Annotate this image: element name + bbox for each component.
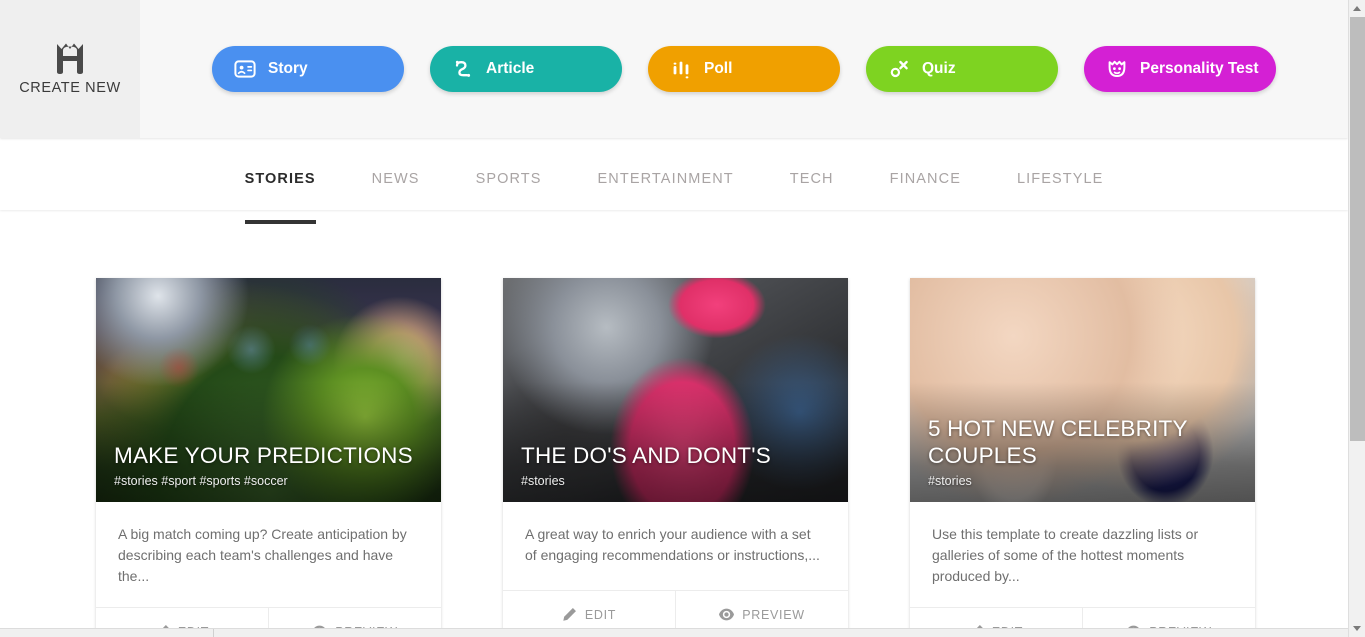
tab-entertainment[interactable]: ENTERTAINMENT <box>570 170 762 188</box>
card-description: A great way to enrich your audience with… <box>525 526 820 563</box>
preview-label: PREVIEW <box>742 607 805 622</box>
page-bottom-strip <box>0 628 1348 637</box>
edit-label: EDIT <box>584 607 617 622</box>
scroll-up-button[interactable] <box>1349 0 1365 17</box>
template-card[interactable]: THE DO'S AND DONT'S #stories A great way… <box>503 278 848 628</box>
card-tags: #stories #sport #sports #soccer <box>114 474 288 488</box>
create-poll-button[interactable]: Poll <box>648 46 840 92</box>
edit-button[interactable]: EDIT <box>910 608 1082 628</box>
content-type-button-row: Story Article Poll Quiz Personality Test <box>140 0 1348 138</box>
create-personality-test-button[interactable]: Personality Test <box>1084 46 1276 92</box>
tab-tech[interactable]: TECH <box>762 170 862 188</box>
tab-finance[interactable]: FINANCE <box>862 170 989 188</box>
crown-icon <box>53 42 87 74</box>
scrollbar-thumb[interactable] <box>1350 17 1365 441</box>
card-actions: EDIT PREVIEW <box>96 607 441 628</box>
eye-icon <box>719 607 735 622</box>
chevron-down-icon <box>1353 626 1361 631</box>
edit-button[interactable]: EDIT <box>503 591 675 628</box>
create-quiz-label: Quiz <box>922 60 956 77</box>
create-article-button[interactable]: Article <box>430 46 622 92</box>
card-hero-image: MAKE YOUR PREDICTIONS #stories #sport #s… <box>96 278 441 502</box>
category-tabs: STORIES NEWS SPORTS ENTERTAINMENT TECH F… <box>217 138 1132 224</box>
tab-news[interactable]: NEWS <box>344 170 448 188</box>
create-story-button[interactable]: Story <box>212 46 404 92</box>
pencil-icon <box>562 607 577 622</box>
tab-sports[interactable]: SPORTS <box>448 170 570 188</box>
card-actions: EDIT PREVIEW <box>503 590 848 628</box>
category-tab-bar: STORIES NEWS SPORTS ENTERTAINMENT TECH F… <box>0 138 1348 224</box>
quiz-icon <box>888 58 910 80</box>
card-hero-image: THE DO'S AND DONT'S #stories <box>503 278 848 502</box>
bottom-strip-tick <box>213 629 214 637</box>
card-body: A big match coming up? Create anticipati… <box>96 502 441 607</box>
card-title: THE DO'S AND DONT'S <box>521 443 771 468</box>
cat-face-icon <box>1106 58 1128 80</box>
create-quiz-button[interactable]: Quiz <box>866 46 1058 92</box>
preview-button[interactable]: PREVIEW <box>675 591 848 628</box>
card-title: 5 HOT NEW CELEBRITY COUPLES <box>928 416 1188 468</box>
card-tags: #stories <box>928 474 972 488</box>
create-personality-test-label: Personality Test <box>1140 60 1259 77</box>
id-card-icon <box>234 58 256 80</box>
chevron-up-icon <box>1353 6 1361 11</box>
vertical-scrollbar[interactable] <box>1348 0 1365 637</box>
template-content-area: MAKE YOUR PREDICTIONS #stories #sport #s… <box>0 210 1348 628</box>
card-body: A great way to enrich your audience with… <box>503 502 848 590</box>
card-description: A big match coming up? Create anticipati… <box>118 526 407 584</box>
bar-chart-icon <box>670 58 692 80</box>
card-description: Use this template to create dazzling lis… <box>932 526 1199 584</box>
template-card[interactable]: 5 HOT NEW CELEBRITY COUPLES #stories Use… <box>910 278 1255 628</box>
tab-lifestyle[interactable]: LIFESTYLE <box>989 170 1131 188</box>
template-card[interactable]: MAKE YOUR PREDICTIONS #stories #sport #s… <box>96 278 441 628</box>
scroll-down-button[interactable] <box>1349 620 1365 637</box>
article-icon <box>452 58 474 80</box>
card-hero-text: 5 HOT NEW CELEBRITY COUPLES #stories <box>928 415 1239 488</box>
card-body: Use this template to create dazzling lis… <box>910 502 1255 607</box>
create-new-button[interactable]: CREATE NEW <box>0 0 140 138</box>
create-poll-label: Poll <box>704 60 733 77</box>
card-hero-text: MAKE YOUR PREDICTIONS #stories #sport #s… <box>114 442 425 488</box>
card-hero-text: THE DO'S AND DONT'S #stories <box>521 442 832 488</box>
edit-button[interactable]: EDIT <box>96 608 268 628</box>
top-app-bar: CREATE NEW Story Article Poll Quiz Perso… <box>0 0 1348 138</box>
create-story-label: Story <box>268 60 308 77</box>
card-hero-image: 5 HOT NEW CELEBRITY COUPLES #stories <box>910 278 1255 502</box>
card-title: MAKE YOUR PREDICTIONS <box>114 443 413 468</box>
template-card-grid: MAKE YOUR PREDICTIONS #stories #sport #s… <box>0 210 1348 628</box>
card-tags: #stories <box>521 474 565 488</box>
create-article-label: Article <box>486 60 535 77</box>
preview-button[interactable]: PREVIEW <box>1082 608 1255 628</box>
preview-button[interactable]: PREVIEW <box>268 608 441 628</box>
create-new-label: CREATE NEW <box>19 80 121 96</box>
card-actions: EDIT PREVIEW <box>910 607 1255 628</box>
tab-stories[interactable]: STORIES <box>217 170 344 224</box>
